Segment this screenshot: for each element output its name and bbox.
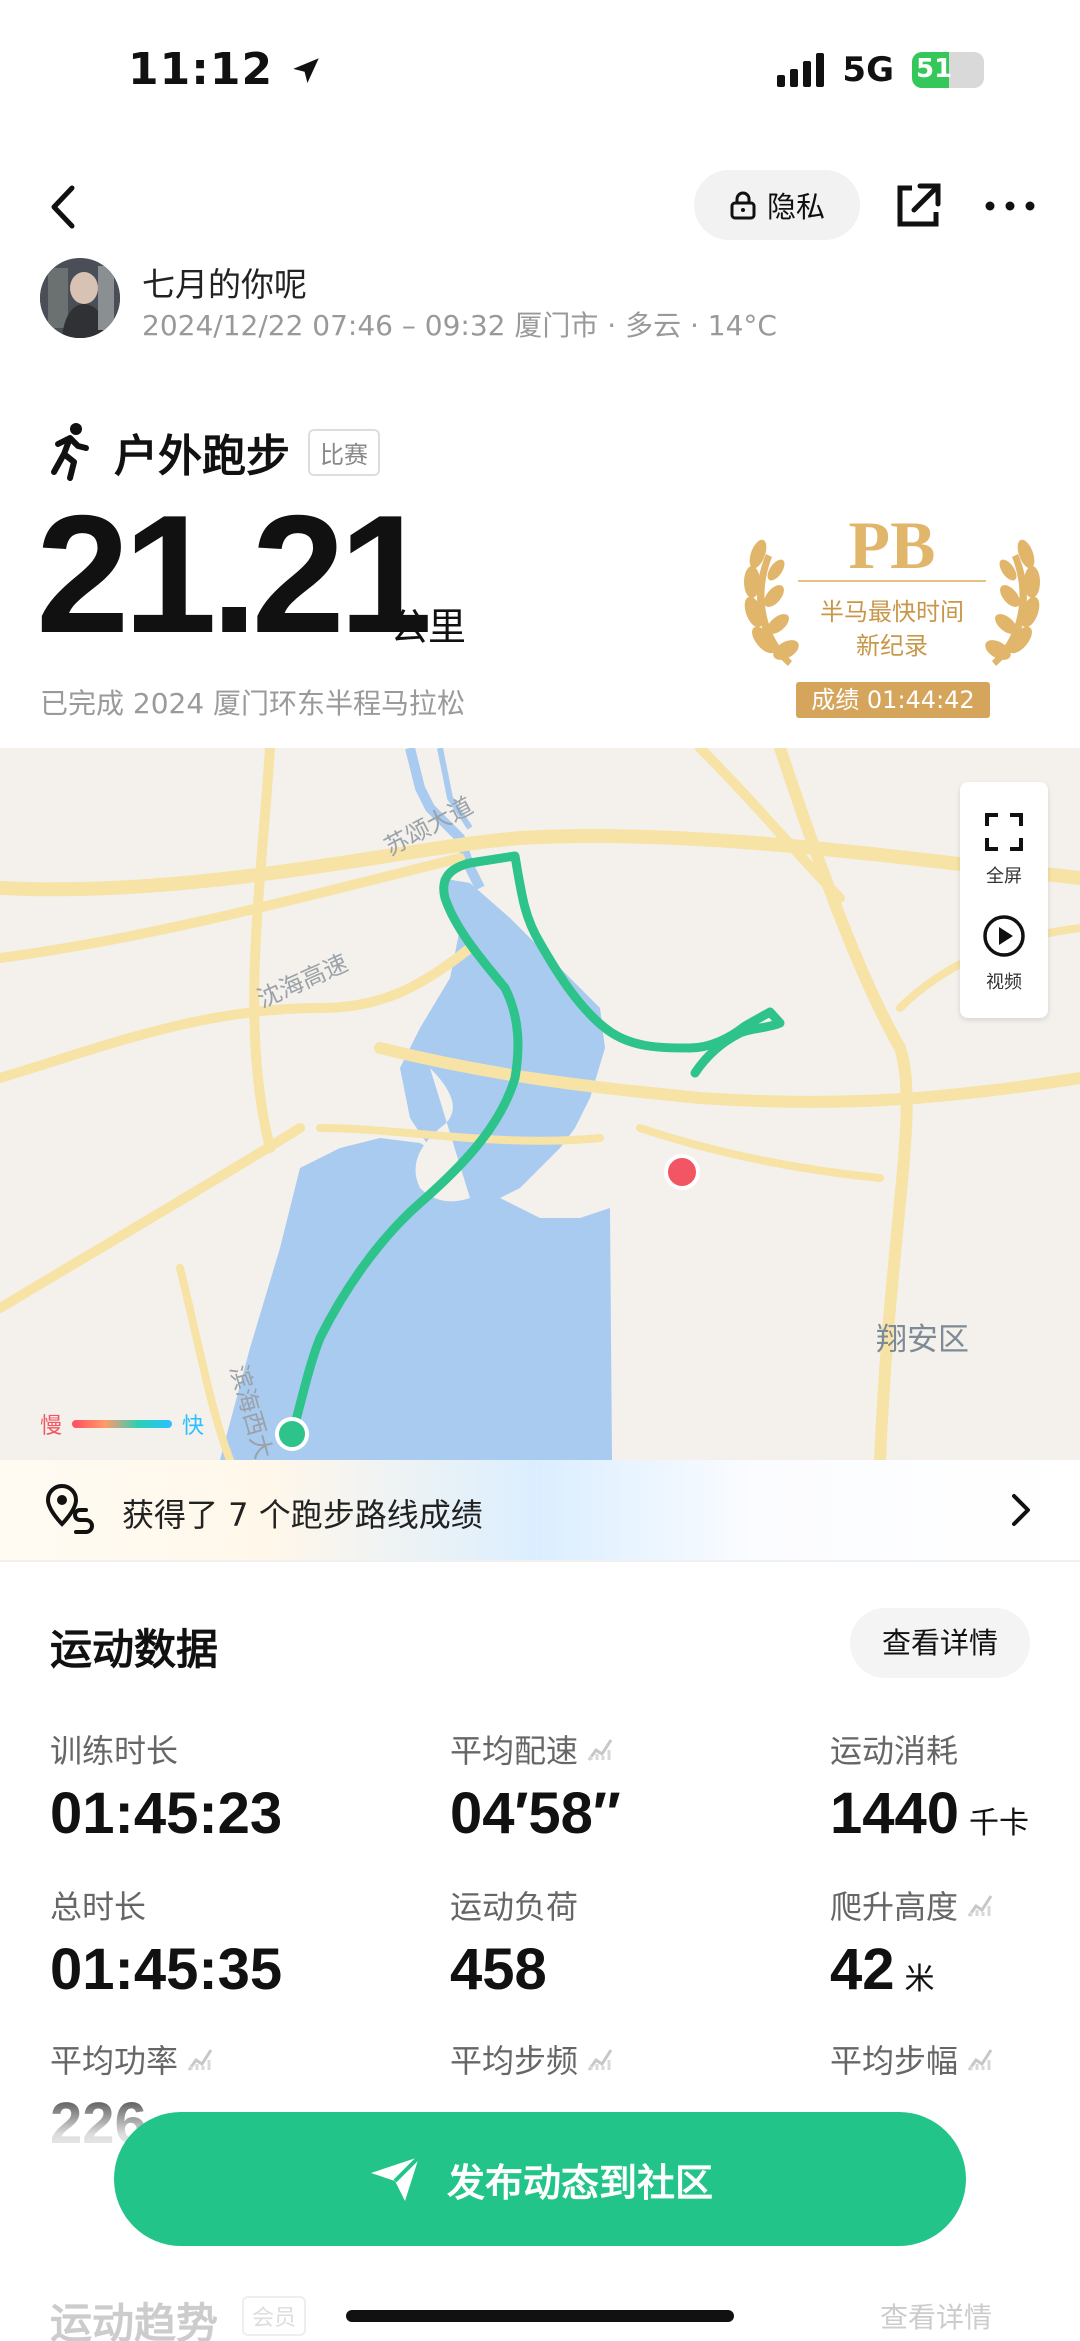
trend-chart-icon — [967, 2049, 993, 2071]
trend-chart-icon — [587, 2049, 613, 2071]
speed-legend: 慢 快 — [40, 1408, 204, 1440]
trend-chart-icon — [587, 1739, 613, 1761]
more-icon[interactable] — [982, 178, 1038, 234]
back-icon[interactable] — [40, 182, 90, 232]
map-road — [249, 748, 275, 1153]
metric-value: 04′58″ — [450, 1781, 621, 1846]
pb-line2: 新纪录 — [856, 632, 928, 660]
top-bar: 隐私 — [0, 160, 1080, 250]
signal-icon — [777, 53, 825, 87]
metric-label: 平均配速 — [450, 1732, 579, 1770]
trend-detail-link[interactable]: 查看详情 — [880, 2296, 992, 2336]
battery-icon: 51 — [912, 52, 984, 88]
publish-button[interactable]: 发布动态到社区 — [114, 2112, 966, 2246]
achievement-text: 获得了 7 个跑步路线成绩 — [122, 1496, 483, 1534]
avatar[interactable] — [40, 258, 120, 338]
lock-icon — [730, 191, 756, 220]
pb-divider — [798, 580, 986, 582]
status-time: 11:12 — [128, 44, 323, 95]
map-tools: 全屏 视频 — [960, 782, 1048, 1018]
trend-title: 运动趋势 — [50, 2299, 219, 2341]
trend-chart-icon — [967, 1895, 993, 1917]
privacy-button[interactable]: 隐私 — [694, 170, 860, 240]
metric-label: 爬升高度 — [830, 1888, 959, 1926]
metric-calories: 运动消耗 1440 千卡 — [830, 1726, 1029, 1847]
metric-value: 01:45:23 — [50, 1781, 283, 1846]
stats-title: 运动数据 — [50, 1625, 219, 1674]
distance-value: 21.21 — [36, 480, 432, 668]
running-icon — [51, 423, 89, 481]
pb-result: 成绩 01:44:42 — [796, 682, 990, 718]
metric-label: 训练时长 — [50, 1732, 179, 1770]
metric-value: 1440 — [830, 1781, 960, 1846]
chevron-right-icon — [1012, 1494, 1030, 1526]
metric-unit: 千卡 — [969, 1806, 1030, 1841]
privacy-label: 隐私 — [766, 190, 825, 224]
route-pin-icon — [46, 1484, 94, 1534]
race-tag: 比赛 — [308, 428, 380, 476]
map-water — [220, 1138, 612, 1460]
stats-detail-button[interactable]: 查看详情 — [850, 1608, 1030, 1678]
video-button[interactable]: 视频 — [960, 914, 1048, 994]
route-start-marker — [275, 1417, 309, 1451]
video-label: 视频 — [986, 972, 1022, 993]
map-road — [0, 1123, 305, 1313]
member-tag: 会员 — [242, 2296, 307, 2336]
map-label: 翔安区 — [876, 1322, 969, 1358]
metric-value: 42 — [830, 1937, 895, 2002]
metric-unit: 米 — [904, 1962, 935, 1997]
legend-slow: 慢 — [40, 1414, 63, 1439]
workout-meta: 2024/12/22 07:46 – 09:32 厦门市 · 多云 · 14°C — [142, 309, 777, 342]
metric-label: 平均步幅 — [830, 2042, 959, 2080]
send-icon — [370, 2155, 421, 2201]
metric-value: 01:45:35 — [50, 1937, 283, 2002]
metric-avg-pace[interactable]: 平均配速 04′58″ — [450, 1726, 621, 1847]
username[interactable]: 七月的你呢 — [142, 258, 307, 306]
divider — [0, 1560, 1080, 1562]
metric-label: 运动负荷 — [450, 1888, 579, 1926]
race-description: 已完成 2024 厦门环东半程马拉松 — [40, 687, 466, 720]
sport-title: 户外跑步 比赛 — [40, 420, 380, 484]
route-map[interactable]: 苏颂大道 沈海高速 翔安区 滨海西大 全屏 视频 慢 快 — [0, 748, 1080, 1460]
metric-value: 458 — [450, 1937, 547, 2002]
metric-total-time: 总时长 01:45:35 — [50, 1882, 282, 2003]
home-indicator — [346, 2310, 734, 2322]
trend-chart-icon — [187, 2049, 213, 2071]
achievement-banner[interactable]: 获得了 7 个跑步路线成绩 — [0, 1460, 1080, 1560]
metric-label: 平均步频 — [450, 2042, 579, 2080]
location-arrow-icon — [293, 58, 320, 84]
metric-elevation[interactable]: 爬升高度 42 米 — [830, 1882, 994, 2003]
speed-gradient-bar — [72, 1420, 173, 1428]
status-bar: 11:12 5G 51 — [0, 0, 1080, 150]
pb-title: PB — [848, 507, 936, 583]
map-road — [0, 829, 1080, 897]
route-end-marker — [664, 1154, 700, 1190]
metric-label: 运动消耗 — [830, 1732, 959, 1770]
fullscreen-label: 全屏 — [986, 866, 1022, 887]
user-row: 七月的你呢 2024/12/22 07:46 – 09:32 厦门市 · 多云 … — [40, 258, 1040, 342]
map-canvas[interactable]: 苏颂大道 沈海高速 翔安区 滨海西大 — [0, 748, 1080, 1460]
metric-training-time: 训练时长 01:45:23 — [50, 1726, 282, 1847]
distance-unit: 公里 — [390, 605, 467, 649]
metric-training-load: 运动负荷 458 — [450, 1882, 578, 2003]
map-road — [695, 748, 845, 903]
share-icon[interactable] — [890, 178, 946, 234]
metric-label: 总时长 — [50, 1888, 147, 1926]
sport-name: 户外跑步 — [114, 431, 290, 482]
legend-fast: 快 — [182, 1414, 205, 1439]
fullscreen-button[interactable]: 全屏 — [960, 812, 1048, 888]
pb-line1: 半马最快时间 — [820, 598, 964, 626]
publish-label: 发布动态到社区 — [446, 2160, 713, 2205]
metric-label: 平均功率 — [50, 2042, 179, 2080]
pb-badge[interactable]: PB 半马最快时间 新纪录 成绩 01:44:42 — [742, 500, 1042, 720]
play-icon — [983, 915, 1025, 957]
network-label: 5G — [842, 50, 894, 90]
fullscreen-icon — [985, 813, 1023, 851]
